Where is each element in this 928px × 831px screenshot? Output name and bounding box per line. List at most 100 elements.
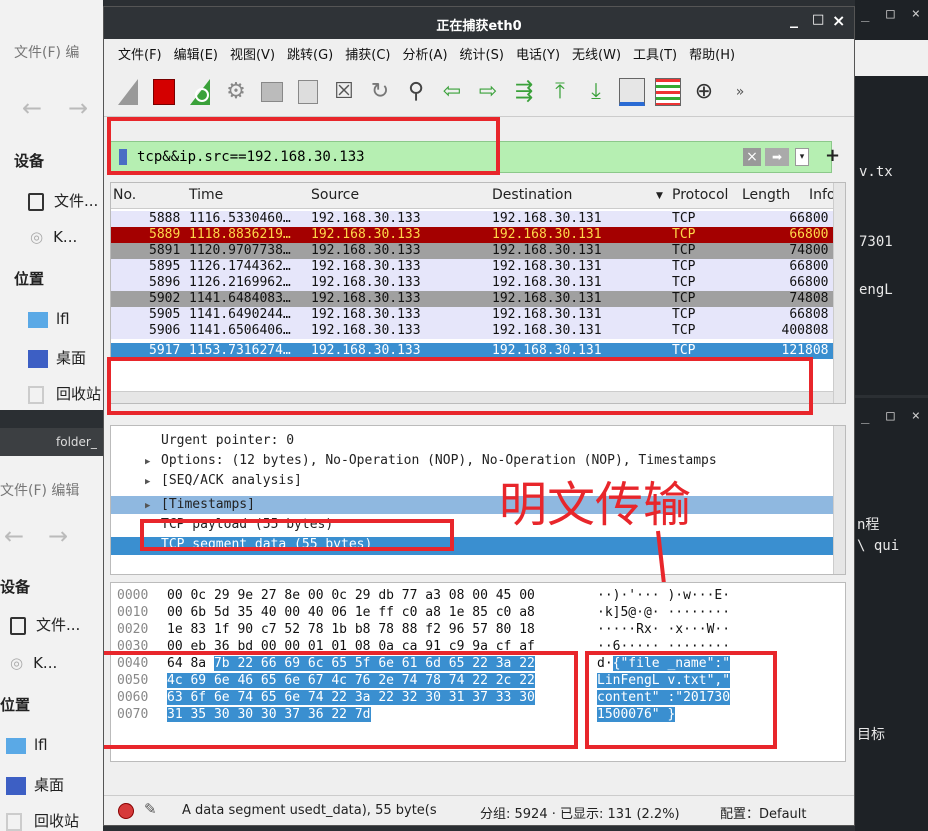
add-filter-button[interactable]: + xyxy=(825,145,840,166)
menu-file[interactable]: 文件(F) xyxy=(118,44,162,63)
packet-cell-len: 66 xyxy=(789,227,805,242)
packet-row[interactable]: 5895 1126.1744362… 192.168.30.133 192.168.3… xyxy=(111,259,833,275)
menu-capture[interactable]: 捕获(C) xyxy=(345,44,390,63)
detail-seq-ack[interactable]: [SEQ/ACK analysis] xyxy=(161,472,302,490)
packet-cell-src: 192.168.30.133 xyxy=(311,275,421,290)
terminal-line: v.tx xyxy=(859,164,893,180)
packet-row[interactable]: 5905 1141.6490244… 192.168.30.133 192.168.3… xyxy=(111,307,833,323)
find-packet-icon[interactable]: ⚲ xyxy=(400,76,432,108)
go-to-packet-icon[interactable]: ⇶ xyxy=(508,76,540,108)
maximize-button[interactable]: □ xyxy=(812,12,824,27)
sidebar-item-trash[interactable]: 回收站 xyxy=(6,810,79,831)
go-forward-icon[interactable]: ⇨ xyxy=(472,76,504,108)
detail-timestamps[interactable]: [Timestamps] xyxy=(161,496,255,514)
menu-view[interactable]: 视图(V) xyxy=(230,44,275,63)
stop-capture-icon[interactable] xyxy=(148,76,180,108)
details-scrollbar[interactable] xyxy=(833,426,845,574)
bg-menu: 文件(F) 编辑 xyxy=(0,483,80,499)
col-source[interactable]: Source xyxy=(311,187,359,203)
col-time[interactable]: Time xyxy=(189,187,223,203)
menu-tools[interactable]: 工具(T) xyxy=(633,44,677,63)
menu-telephony[interactable]: 电话(Y) xyxy=(516,44,560,63)
filter-dropdown-icon[interactable]: ▾ xyxy=(795,148,809,166)
menu-go[interactable]: 跳转(G) xyxy=(287,44,333,63)
sidebar-item-desktop[interactable]: 桌面 xyxy=(28,347,86,368)
last-packet-icon[interactable]: ⤓ xyxy=(580,76,612,108)
apply-filter-icon[interactable]: ➡ xyxy=(765,148,789,166)
forward-arrow-icon[interactable]: → xyxy=(68,96,88,120)
menu-edit[interactable]: 编辑(E) xyxy=(174,44,218,63)
zoom-in-icon[interactable]: ⊕ xyxy=(688,76,720,108)
col-length[interactable]: Length xyxy=(742,187,790,203)
expand-arrow-icon[interactable]: ▶ xyxy=(145,477,150,487)
terminal-line: 目标 xyxy=(857,727,885,743)
hex-row[interactable]: 0010 00 6b 5d 35 40 00 40 06 1e ff c0 a8 … xyxy=(111,604,831,621)
sidebar-item-lfl[interactable]: lfl xyxy=(28,310,70,328)
packet-row[interactable]: 5888 1116.5330460… 192.168.30.133 192.168.3… xyxy=(111,211,833,227)
minimize-button[interactable]: _ xyxy=(790,9,798,28)
packet-cell-no: 5895 xyxy=(149,259,181,274)
restart-capture-icon[interactable] xyxy=(184,76,216,108)
open-file-icon[interactable] xyxy=(256,76,288,108)
hex-row[interactable]: 0000 00 0c 29 9e 27 8e 00 0c 29 db 77 a3 … xyxy=(111,587,831,604)
forward-arrow-icon[interactable]: → xyxy=(48,524,68,548)
drive-icon xyxy=(28,192,44,211)
save-file-icon[interactable] xyxy=(292,76,324,108)
clear-filter-icon[interactable]: × xyxy=(743,148,761,166)
packet-cell-no: 5905 xyxy=(149,307,181,322)
hex-row[interactable]: 0020 1e 83 1f 90 c7 52 78 1b b8 78 88 f2 … xyxy=(111,621,831,638)
col-protocol[interactable]: Protocol xyxy=(672,187,728,203)
sidebar-item-k[interactable]: ◎ K... xyxy=(30,228,77,246)
menu-statistics[interactable]: 统计(S) xyxy=(460,44,504,63)
go-back-icon[interactable]: ⇦ xyxy=(436,76,468,108)
packet-cell-no: 5888 xyxy=(149,211,181,226)
menu-wireless[interactable]: 无线(W) xyxy=(572,44,621,63)
bg-file-manager-bottom: folder_ 文件(F) 编辑 ← → 设备 文件... ◎ K... 位置 l… xyxy=(0,428,103,831)
sidebar-item-desktop[interactable]: 桌面 xyxy=(6,774,64,795)
detail-urgent-pointer[interactable]: Urgent pointer: 0 xyxy=(161,432,294,450)
toolbar-overflow-icon[interactable]: » xyxy=(724,76,756,108)
close-file-icon[interactable]: ☒ xyxy=(328,76,360,108)
hex-bytes: 1e 83 1f 90 c7 52 78 1b b8 78 88 f2 96 5… xyxy=(167,622,535,637)
hex-bytes: 00 0c 29 9e 27 8e 00 0c 29 db 77 a3 08 0… xyxy=(167,588,535,603)
packet-cell-src: 192.168.30.133 xyxy=(311,243,421,258)
back-arrow-icon[interactable]: ← xyxy=(22,96,42,120)
menu-bar: 文件(F) 编辑(E) 视图(V) 跳转(G) 捕获(C) 分析(A) 统计(S… xyxy=(104,39,854,67)
close-button[interactable]: × xyxy=(832,11,845,30)
wireshark-window: 正在捕获eth0 _ □ × 文件(F) 编辑(E) 视图(V) 跳转(G) 捕… xyxy=(103,6,855,826)
packet-cell-dst: 192.168.30.131 xyxy=(492,307,602,322)
first-packet-icon[interactable]: ⤒ xyxy=(544,76,576,108)
packet-row[interactable]: 5889 1118.8836219… 192.168.30.133 192.168.3… xyxy=(111,227,833,243)
packet-row[interactable]: 5906 1141.6506406… 192.168.30.133 192.168.3… xyxy=(111,323,833,339)
packet-row[interactable]: 5891 1120.9707738… 192.168.30.133 192.168.3… xyxy=(111,243,833,259)
menu-help[interactable]: 帮助(H) xyxy=(689,44,735,63)
back-arrow-icon[interactable]: ← xyxy=(4,524,24,548)
autoscroll-icon[interactable] xyxy=(616,76,648,108)
sidebar-item-k[interactable]: ◎ K... xyxy=(10,654,57,672)
colorize-icon[interactable] xyxy=(652,76,684,108)
desktop-icon xyxy=(28,349,48,368)
packet-cell-info: 808 xyxy=(805,307,829,322)
expand-arrow-icon[interactable]: ▶ xyxy=(145,457,150,467)
col-destination[interactable]: Destination xyxy=(492,187,572,203)
expand-arrow-icon[interactable]: ▶ xyxy=(145,501,150,511)
packet-row[interactable]: 5902 1141.6484083… 192.168.30.133 192.168.3… xyxy=(111,291,833,307)
packet-cell-src: 192.168.30.133 xyxy=(311,211,421,226)
reload-file-icon[interactable]: ↻ xyxy=(364,76,396,108)
expert-info-icon[interactable] xyxy=(118,803,134,819)
edit-comment-icon[interactable]: ✎ xyxy=(144,800,157,818)
col-no[interactable]: No. xyxy=(113,187,136,203)
shark-fin-start-icon[interactable] xyxy=(112,76,144,108)
sidebar-item-trash[interactable]: 回收站 xyxy=(28,383,101,404)
capture-options-gear-icon[interactable]: ⚙ xyxy=(220,76,252,108)
col-info[interactable]: Info xyxy=(809,187,836,203)
menu-analyze[interactable]: 分析(A) xyxy=(402,44,447,63)
sidebar-item-lfl[interactable]: lfl xyxy=(6,736,48,754)
terminal-line: engL xyxy=(859,282,893,298)
packet-row[interactable]: 5896 1126.2169962… 192.168.30.133 192.168.3… xyxy=(111,275,833,291)
sidebar-item-files[interactable]: 文件... xyxy=(28,190,98,211)
sidebar-item-files[interactable]: 文件... xyxy=(10,614,80,635)
status-profile[interactable]: 配置：Default xyxy=(720,803,807,822)
packet-list-scrollbar[interactable] xyxy=(833,183,845,403)
packet-cell-len: 66 xyxy=(789,259,805,274)
